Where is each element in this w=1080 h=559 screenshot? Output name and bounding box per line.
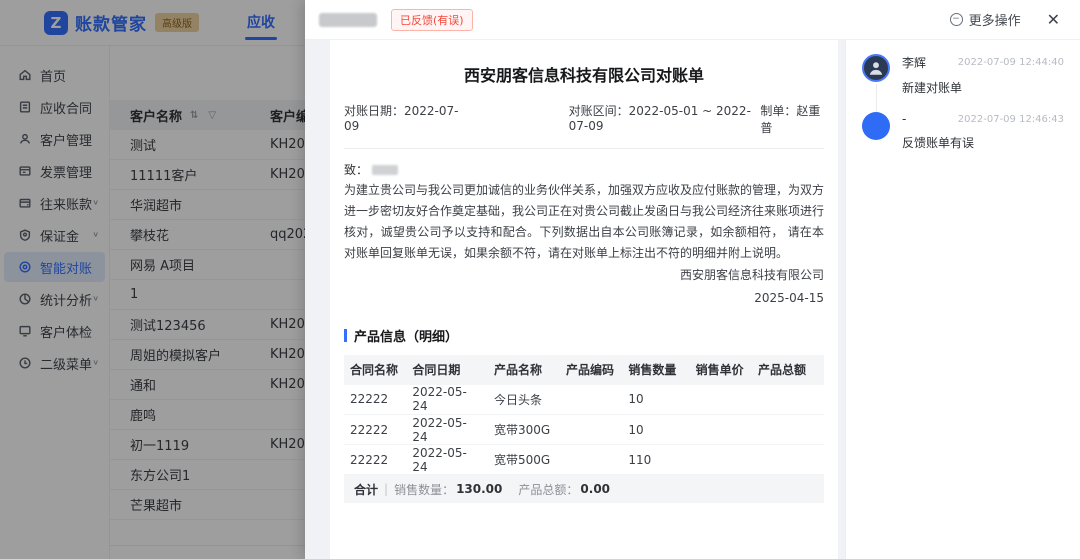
close-icon[interactable]: ✕ [1047,10,1060,29]
product-section-header: 产品信息（明细） [344,326,824,345]
product-table-header: 合同名称 合同日期 产品名称 产品编码 销售数量 销售单价 产品总额 [344,355,824,385]
person-icon [867,59,885,77]
section-accent-bar [344,329,347,342]
signature-company: 西安朋客信息科技有限公司 [344,264,824,287]
document-area: 西安朋客信息科技有限公司对账单 对账日期：2022-07-09 对账区间：202… [305,40,845,559]
statement-title: 西安朋客信息科技有限公司对账单 [344,62,824,86]
statement-meta: 对账日期：2022-07-09 对账区间：2022-05-01 ~ 2022-0… [344,102,824,149]
table-row: 222222022-05-24宽带500G110 [344,445,824,475]
statement-document: 西安朋客信息科技有限公司对账单 对账日期：2022-07-09 对账区间：202… [330,40,838,559]
timeline-user: - [902,112,906,126]
statement-body-text: 为建立贵公司与我公司更加诚信的业务伙伴关系，加强双方应收及应付账款的管理，为双方… [344,180,824,264]
status-badge: 已反馈(有误) [391,9,473,31]
timeline-action: 反馈账单有误 [902,134,1064,151]
more-actions-label: 更多操作 [969,10,1021,29]
activity-timeline: 李辉 2022-07-09 12:44:40 新建对账单 - 2022-07-0… [845,40,1080,559]
timeline-entry: - 2022-07-09 12:46:43 反馈账单有误 [862,112,1064,170]
summary-amount-value: 0.00 [580,482,610,496]
timeline-user: 李辉 [902,54,926,71]
summary-qty-value: 130.00 [456,482,502,496]
redacted-recipient [372,165,398,175]
table-row: 222222022-05-24今日头条10 [344,385,824,415]
reconciliation-drawer: 已反馈(有误) − 更多操作 ✕ 西安朋客信息科技有限公司对账单 对账日期：20… [305,0,1080,559]
more-circle-icon: − [950,13,963,26]
salutation: 致： [344,161,824,178]
avatar [862,112,890,140]
avatar [862,54,890,82]
timeline-time: 2022-07-09 12:46:43 [958,114,1064,125]
product-table: 合同名称 合同日期 产品名称 产品编码 销售数量 销售单价 产品总额 22222… [344,355,824,476]
signature-block: 西安朋客信息科技有限公司 2025-04-15 [344,264,824,310]
timeline-entry: 李辉 2022-07-09 12:44:40 新建对账单 [862,54,1064,112]
product-table-summary: 合计 | 销售数量： 130.00 产品总额： 0.00 [344,475,824,503]
timeline-time: 2022-07-09 12:44:40 [958,57,1064,68]
section-title: 产品信息（明细） [354,326,458,345]
drawer-header: 已反馈(有误) − 更多操作 ✕ [305,0,1080,40]
timeline-connector [876,84,877,114]
timeline-action: 新建对账单 [902,79,1064,96]
signature-date: 2025-04-15 [344,287,824,310]
table-row: 222222022-05-24宽带300G10 [344,415,824,445]
more-actions-button[interactable]: − 更多操作 [950,10,1021,29]
redacted-title [319,13,377,27]
